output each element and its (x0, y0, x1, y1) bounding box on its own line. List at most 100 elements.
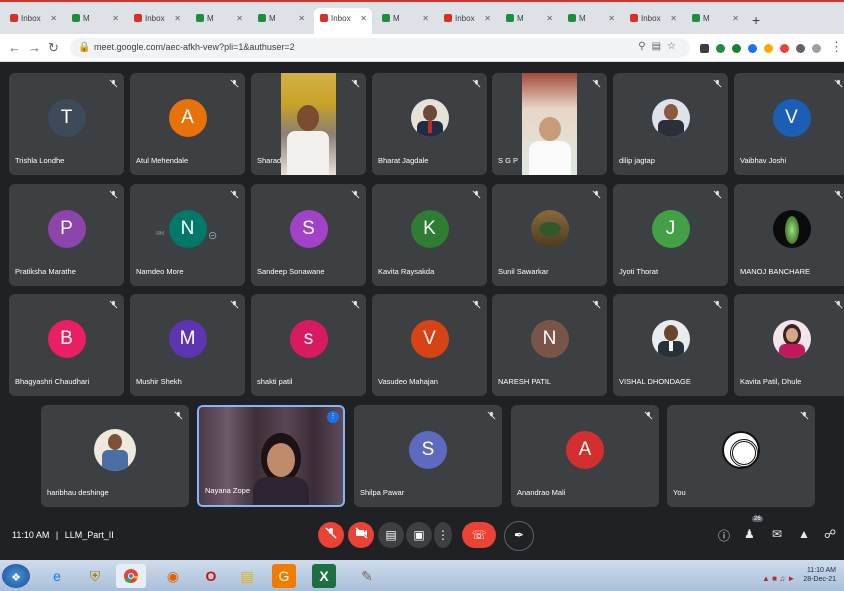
close-tab-icon[interactable]: ✕ (360, 14, 367, 23)
chrome-taskbar-icon[interactable] (116, 564, 146, 588)
chat-icon[interactable]: ✉ (772, 527, 782, 541)
participant-tile-pratiksha-marathe[interactable]: P Pratiksha Marathe (9, 184, 124, 286)
tab-title: M (517, 14, 524, 23)
start-button[interactable]: ❖ (2, 564, 30, 588)
participant-tile-namdeo-more[interactable]: N ⎃ ⊝ Namdeo More (130, 184, 245, 286)
paint-taskbar-icon[interactable]: ✎ (352, 564, 382, 588)
close-tab-icon[interactable]: ✕ (546, 14, 553, 23)
explorer-taskbar-icon[interactable]: ▤ (232, 564, 262, 588)
info-icon[interactable]: ⓘ (718, 527, 730, 544)
browser-tab[interactable]: Inbox ✕ (438, 8, 496, 34)
close-tab-icon[interactable]: ✕ (732, 14, 739, 23)
people-icon[interactable]: ♟ (744, 527, 755, 541)
remove-icon[interactable]: ⊝ (208, 229, 217, 242)
close-tab-icon[interactable]: ✕ (174, 14, 181, 23)
profile-icon[interactable] (812, 44, 821, 53)
forward-icon[interactable]: → (28, 40, 41, 55)
participant-tile-haribhau-deshinge[interactable]: haribhau deshinge (41, 405, 189, 507)
extension-icon-4[interactable] (764, 44, 773, 53)
puzzle-icon[interactable] (796, 44, 805, 53)
participant-tile-trishla-londhe[interactable]: T Trishla Londhe (9, 73, 124, 175)
participant-name: Sunil Sawarkar (498, 267, 549, 276)
omnibox-icons[interactable]: ⚲▤☆ (638, 41, 682, 52)
close-tab-icon[interactable]: ✕ (236, 14, 243, 23)
ie-taskbar-icon[interactable]: e (42, 564, 72, 588)
participant-tile-naresh-patil[interactable]: N NARESH PATIL (492, 294, 607, 396)
close-tab-icon[interactable]: ✕ (484, 14, 491, 23)
participant-tile-atul-mehendale[interactable]: A Atul Mehendale (130, 73, 245, 175)
participant-tile-jyoti-thorat[interactable]: J Jyoti Thorat (613, 184, 728, 286)
menu-icon[interactable]: ⋮ (830, 39, 843, 55)
close-tab-icon[interactable]: ✕ (608, 14, 615, 23)
browser-tab[interactable]: Inbox ✕ (314, 8, 372, 34)
participant-tile-vishal-dhondage[interactable]: VISHAL DHONDAGE (613, 294, 728, 396)
participant-tile-you[interactable]: You (667, 405, 815, 507)
participant-name: shakti patil (257, 377, 293, 386)
participant-tile-bharat-jagdale[interactable]: Bharat Jagdale (372, 73, 487, 175)
address-bar[interactable]: 🔒 meet.google.com/aec-afkh-vew?pli=1&aut… (70, 38, 690, 58)
app-taskbar-icon[interactable]: G (272, 564, 296, 588)
extension-icon-3[interactable] (748, 44, 757, 53)
browser-tab[interactable]: Inbox ✕ (624, 8, 682, 34)
meeting-separator: | (55, 530, 59, 540)
check-extension-icon[interactable] (732, 44, 741, 53)
participant-name: Bhagyashri Chaudhari (15, 377, 90, 386)
firefox-taskbar-icon[interactable]: ◉ (158, 564, 188, 588)
gmail-icon (444, 14, 452, 22)
back-icon[interactable]: ← (8, 40, 21, 55)
participant-tile-bhagyashri-chaudhari[interactable]: B Bhagyashri Chaudhari (9, 294, 124, 396)
security-taskbar-icon[interactable]: ⛨ (80, 564, 110, 588)
participant-tile-sunil-sawarkar[interactable]: Sunil Sawarkar (492, 184, 607, 286)
browser-tab[interactable]: M ✕ (252, 8, 310, 34)
reload-icon[interactable]: ↻ (48, 40, 59, 56)
browser-tab[interactable]: M ✕ (562, 8, 620, 34)
mic-muted-icon[interactable]: ⎃ (156, 230, 164, 241)
browser-tab[interactable]: M ✕ (190, 8, 248, 34)
participant-tile-sandeep-sonawane[interactable]: S Sandeep Sonawane (251, 184, 366, 286)
browser-tab[interactable]: M ✕ (376, 8, 434, 34)
participant-tile-shilpa-pawar[interactable]: S Shilpa Pawar (354, 405, 502, 507)
browser-tab[interactable]: Inbox ✕ (128, 8, 186, 34)
participant-tile-nayana-zope[interactable]: Nayana Zope ⋮ (197, 405, 345, 507)
participant-tile-vaibhav-joshi[interactable]: V Vaibhav Joshi (734, 73, 844, 175)
leave-call-button[interactable]: ☏ (462, 522, 496, 548)
browser-tab[interactable]: M ✕ (686, 8, 744, 34)
browser-tab[interactable]: Inbox ✕ (4, 8, 62, 34)
extension-icon-1[interactable] (700, 44, 709, 53)
participant-tile-manoj-banchare[interactable]: MANOJ BANCHARE (734, 184, 844, 286)
new-tab-button[interactable]: + (752, 12, 760, 28)
participant-tile-dilip-jagtap[interactable]: dilip jagtap (613, 73, 728, 175)
browser-tab[interactable]: M ✕ (66, 8, 124, 34)
more-options-button[interactable]: ⋮ (434, 522, 452, 548)
participant-tile-kavita-raysakda[interactable]: K Kavita Raysakda (372, 184, 487, 286)
captions-button[interactable]: ▤ (378, 522, 404, 548)
pen-icon: ✒ (513, 528, 525, 542)
participant-tile-shakti-patil[interactable]: s shakti patil (251, 294, 366, 396)
close-tab-icon[interactable]: ✕ (50, 14, 57, 23)
close-tab-icon[interactable]: ✕ (422, 14, 429, 23)
participant-name: Kavita Patil, Dhule (740, 377, 802, 386)
present-button[interactable]: ▣ (406, 522, 432, 548)
extension-icon-2[interactable] (716, 44, 725, 53)
participant-tile-kavita-patil-dhule[interactable]: Kavita Patil, Dhule (734, 294, 844, 396)
close-tab-icon[interactable]: ✕ (670, 14, 677, 23)
host-controls-icon[interactable]: ☍ (824, 527, 836, 541)
participant-tile-mushir-shekh[interactable]: M Mushir Shekh (130, 294, 245, 396)
activity-button[interactable]: ✒ (504, 521, 534, 551)
mic-off-button[interactable] (318, 522, 344, 548)
close-tab-icon[interactable]: ✕ (112, 14, 119, 23)
browser-tab[interactable]: M ✕ (500, 8, 558, 34)
participant-tile-anandrao-mali[interactable]: A Anandrao Mali (511, 405, 659, 507)
participant-tile-s-g-p[interactable]: S G P (492, 73, 607, 175)
participant-tile-vasudeo-mahajan[interactable]: V Vasudeo Mahajan (372, 294, 487, 396)
close-tab-icon[interactable]: ✕ (298, 14, 305, 23)
excel-taskbar-icon[interactable]: X (312, 564, 336, 588)
participant-tile-sharad[interactable]: Sharad (251, 73, 366, 175)
camera-off-button[interactable] (348, 522, 374, 548)
activities-icon[interactable]: ▲ (798, 527, 810, 541)
participant-name: Vasudeo Mahajan (378, 377, 438, 386)
extension-icon-5[interactable] (780, 44, 789, 53)
opera-taskbar-icon[interactable]: O (196, 564, 226, 588)
tray-icons[interactable]: ▲ ■ ♫ ► (762, 574, 795, 583)
meet-icon (692, 14, 700, 22)
